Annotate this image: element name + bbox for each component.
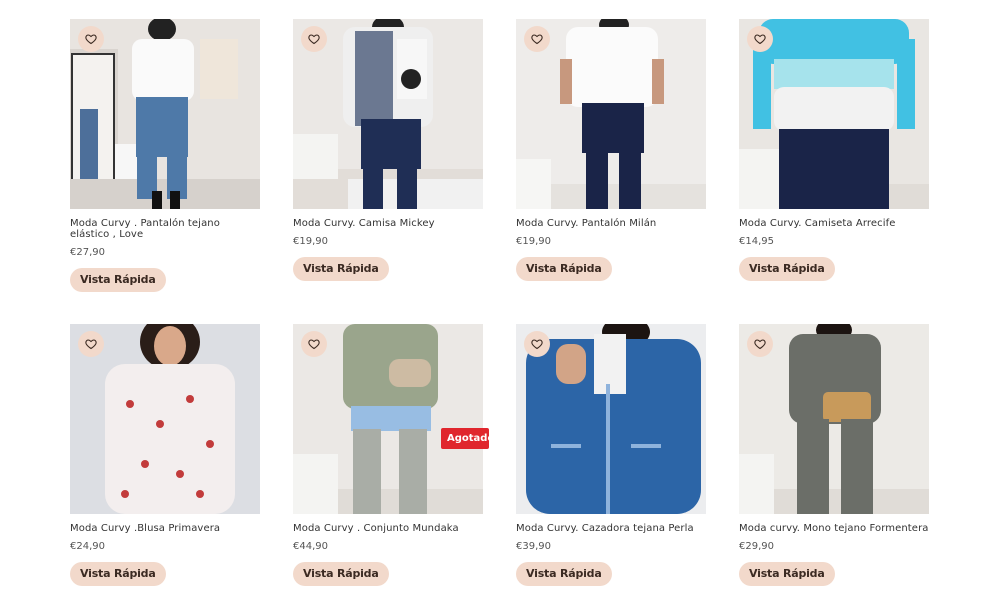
product-price: €14,95	[739, 236, 774, 247]
product-title[interactable]: Moda Curvy. Camiseta Arrecife	[739, 218, 929, 229]
wishlist-button[interactable]	[301, 331, 327, 357]
wishlist-button[interactable]	[747, 26, 773, 52]
heart-icon	[85, 339, 97, 350]
quick-view-button[interactable]: Vista Rápida	[70, 562, 166, 586]
quick-view-button[interactable]: Vista Rápida	[516, 562, 612, 586]
product-title[interactable]: Moda Curvy. Cazadora tejana Perla	[516, 523, 706, 534]
quick-view-button[interactable]: Vista Rápida	[739, 257, 835, 281]
product-card: Moda Curvy. Camisa Mickey €19,90 Vista R…	[293, 19, 483, 281]
quick-view-button[interactable]: Vista Rápida	[739, 562, 835, 586]
product-title[interactable]: Moda Curvy. Camisa Mickey	[293, 218, 483, 229]
heart-icon	[308, 34, 320, 45]
product-image[interactable]	[293, 19, 483, 209]
quick-view-button[interactable]: Vista Rápida	[293, 562, 389, 586]
wishlist-button[interactable]	[78, 331, 104, 357]
heart-icon	[308, 339, 320, 350]
quick-view-button[interactable]: Vista Rápida	[70, 268, 166, 292]
wishlist-button[interactable]	[524, 26, 550, 52]
heart-icon	[531, 339, 543, 350]
quick-view-button[interactable]: Vista Rápida	[516, 257, 612, 281]
wishlist-button[interactable]	[747, 331, 773, 357]
product-card: Moda Curvy. Cazadora tejana Perla €39,90…	[516, 324, 706, 586]
product-price: €24,90	[70, 541, 105, 552]
product-image[interactable]	[516, 19, 706, 209]
product-title[interactable]: Moda Curvy . Conjunto Mundaka	[293, 523, 483, 534]
sold-out-badge: Agotado	[441, 428, 494, 449]
wishlist-button[interactable]	[524, 331, 550, 357]
product-card: Moda Curvy. Camiseta Arrecife €14,95 Vis…	[739, 19, 929, 281]
product-image[interactable]	[516, 324, 706, 514]
product-title[interactable]: Moda Curvy. Pantalón Milán	[516, 218, 706, 229]
product-price: €27,90	[70, 247, 105, 258]
wishlist-button[interactable]	[301, 26, 327, 52]
product-title[interactable]: Moda Curvy .Blusa Primavera	[70, 523, 260, 534]
quick-view-button[interactable]: Vista Rápida	[293, 257, 389, 281]
heart-icon	[754, 34, 766, 45]
product-grid: Moda Curvy . Pantalón tejano elástico , …	[0, 0, 1000, 609]
product-image[interactable]	[70, 19, 260, 209]
product-image[interactable]	[293, 324, 483, 514]
product-price: €29,90	[739, 541, 774, 552]
product-image[interactable]	[739, 19, 929, 209]
product-price: €19,90	[516, 236, 551, 247]
product-card: Moda curvy. Mono tejano Formentera €29,9…	[739, 324, 929, 586]
product-card: Moda Curvy . Pantalón tejano elástico , …	[70, 19, 260, 292]
heart-icon	[531, 34, 543, 45]
product-price: €44,90	[293, 541, 328, 552]
product-title[interactable]: Moda curvy. Mono tejano Formentera	[739, 523, 929, 534]
product-card: Moda Curvy. Pantalón Milán €19,90 Vista …	[516, 19, 706, 281]
product-price: €19,90	[293, 236, 328, 247]
product-image[interactable]	[739, 324, 929, 514]
product-card: Moda Curvy .Blusa Primavera €24,90 Vista…	[70, 324, 260, 586]
product-image[interactable]	[70, 324, 260, 514]
product-card: Agotado Moda Curvy . Conjunto Mundaka €4…	[293, 324, 494, 586]
product-title[interactable]: Moda Curvy . Pantalón tejano elástico , …	[70, 218, 260, 240]
product-price: €39,90	[516, 541, 551, 552]
heart-icon	[754, 339, 766, 350]
heart-icon	[85, 34, 97, 45]
wishlist-button[interactable]	[78, 26, 104, 52]
